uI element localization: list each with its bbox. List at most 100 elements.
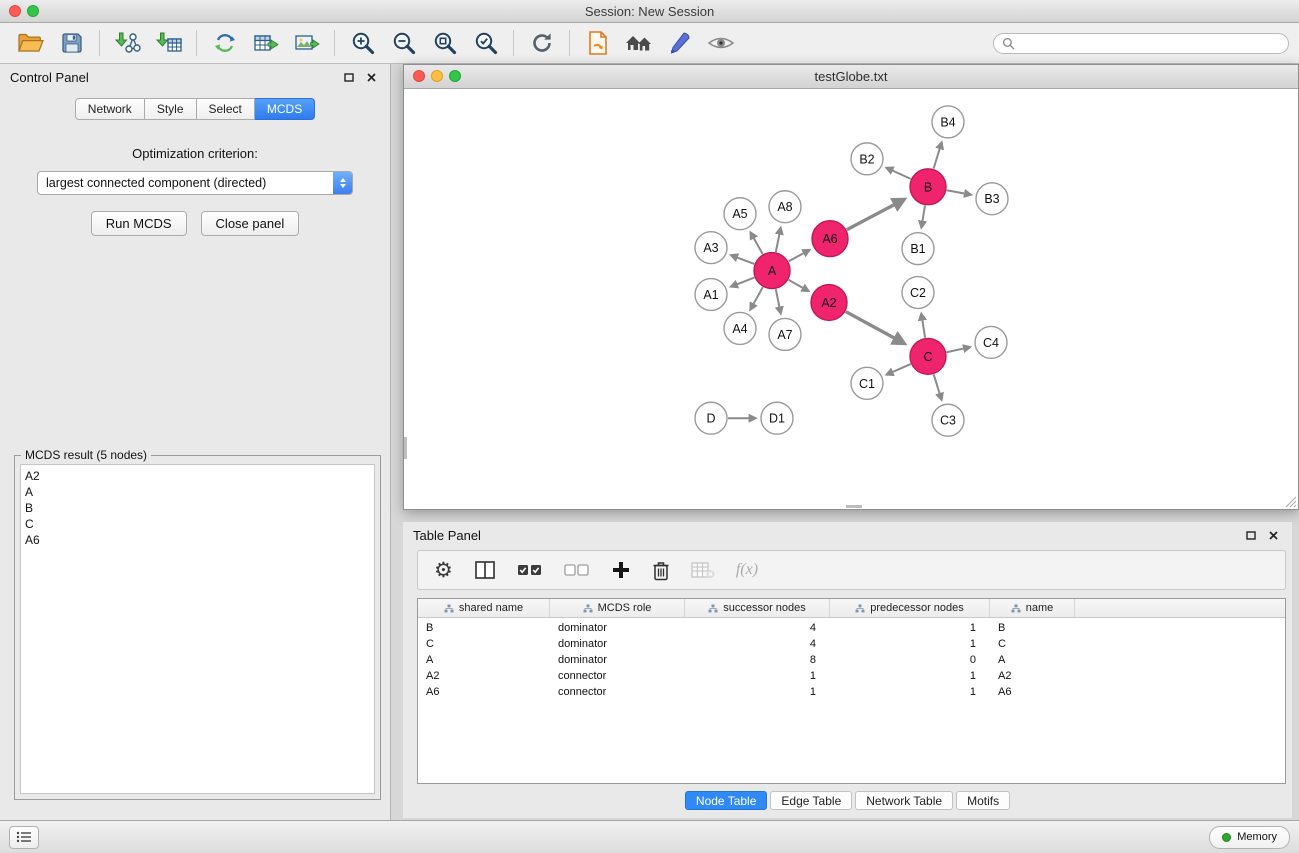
table-cell[interactable]: A6: [990, 686, 1075, 698]
result-item[interactable]: B: [21, 500, 374, 516]
table-row[interactable]: Adominator80A: [418, 652, 1285, 668]
graph-node[interactable]: A8: [769, 191, 801, 223]
graph-edge[interactable]: [934, 374, 942, 399]
tab-network-table[interactable]: Network Table: [855, 791, 953, 810]
graph-node[interactable]: A7: [769, 318, 801, 350]
table-cell[interactable]: 1: [830, 622, 990, 634]
network-graph[interactable]: B4B2BB3A5A8A6B1A3AC2A1A2A4A7CC4C1C3DD1: [404, 89, 1298, 509]
graph-node[interactable]: C4: [975, 326, 1007, 358]
graph-edge[interactable]: [847, 200, 904, 230]
table-cell[interactable]: 1: [685, 670, 830, 682]
memory-button[interactable]: Memory: [1209, 826, 1290, 849]
tab-select[interactable]: Select: [197, 98, 255, 120]
table-cell[interactable]: A: [990, 654, 1075, 666]
minimize-network-window-button[interactable]: [431, 70, 443, 82]
close-network-window-button[interactable]: [413, 70, 425, 82]
table-cell[interactable]: 1: [830, 686, 990, 698]
open-session-button[interactable]: [10, 26, 51, 60]
function-builder-button[interactable]: f(x): [736, 561, 758, 579]
graph-node[interactable]: A5: [724, 198, 756, 230]
refresh-view-button[interactable]: [521, 26, 562, 60]
table-cell[interactable]: B: [990, 622, 1075, 634]
deselect-all-rows-button[interactable]: [564, 563, 590, 577]
graph-node[interactable]: C: [910, 338, 946, 374]
table-row[interactable]: A2connector11A2: [418, 668, 1285, 684]
float-panel-button[interactable]: [340, 69, 357, 85]
table-cell[interactable]: 4: [685, 622, 830, 634]
graph-edge[interactable]: [887, 364, 911, 374]
graph-edge[interactable]: [751, 233, 763, 254]
tab-style[interactable]: Style: [145, 98, 197, 120]
zoom-fit-button[interactable]: [424, 26, 465, 60]
table-cell[interactable]: C: [418, 638, 550, 650]
export-table-button[interactable]: [245, 26, 286, 60]
tab-node-table[interactable]: Node Table: [685, 791, 768, 810]
table-cell[interactable]: A2: [990, 670, 1075, 682]
graph-node[interactable]: A: [754, 253, 790, 289]
graph-edge[interactable]: [732, 255, 755, 263]
float-table-panel-button[interactable]: [1242, 527, 1259, 543]
delete-table-button[interactable]: [691, 561, 715, 579]
dropdown-stepper[interactable]: [333, 172, 352, 194]
graph-node[interactable]: A2: [811, 285, 847, 321]
column-header[interactable]: successor nodes: [685, 599, 830, 617]
table-cell[interactable]: 1: [685, 686, 830, 698]
select-all-rows-button[interactable]: [517, 563, 543, 577]
show-columns-button[interactable]: [474, 560, 496, 580]
graph-node[interactable]: A4: [724, 312, 756, 344]
table-cell[interactable]: 8: [685, 654, 830, 666]
table-settings-button[interactable]: ⚙: [434, 560, 453, 581]
graph-edge[interactable]: [947, 347, 970, 352]
tab-motifs[interactable]: Motifs: [956, 791, 1010, 810]
graph-node[interactable]: B: [910, 169, 946, 205]
mcds-result-list[interactable]: A2ABCA6: [20, 464, 375, 794]
tab-mcds[interactable]: MCDS: [255, 98, 315, 120]
horizontal-scrollbar-thumb[interactable]: [846, 505, 862, 508]
run-mcds-button[interactable]: Run MCDS: [91, 211, 187, 236]
column-header[interactable]: MCDS role: [550, 599, 685, 617]
graph-node[interactable]: B3: [976, 183, 1008, 215]
graph-node[interactable]: D: [695, 402, 727, 434]
tab-network[interactable]: Network: [75, 98, 145, 120]
zoom-out-button[interactable]: [383, 26, 424, 60]
export-network-button[interactable]: [204, 26, 245, 60]
delete-column-button[interactable]: [652, 560, 670, 581]
table-cell[interactable]: A: [418, 654, 550, 666]
zoom-window-button[interactable]: [27, 5, 39, 17]
import-table-button[interactable]: [148, 26, 189, 60]
table-cell[interactable]: 4: [685, 638, 830, 650]
result-item[interactable]: A6: [21, 532, 374, 548]
home-view-button[interactable]: [618, 26, 659, 60]
tab-edge-table[interactable]: Edge Table: [770, 791, 852, 810]
graph-edge[interactable]: [846, 312, 904, 343]
table-row[interactable]: Bdominator41B: [418, 620, 1285, 636]
table-row[interactable]: Cdominator41C: [418, 636, 1285, 652]
graph-node[interactable]: A1: [695, 279, 727, 311]
column-header[interactable]: shared name: [418, 599, 550, 617]
vertical-scrollbar-thumb[interactable]: [404, 437, 407, 459]
table-cell[interactable]: 1: [830, 670, 990, 682]
zoom-in-button[interactable]: [342, 26, 383, 60]
save-session-button[interactable]: [51, 26, 92, 60]
search-field[interactable]: [993, 33, 1289, 54]
criterion-dropdown[interactable]: largest connected component (directed): [37, 171, 353, 195]
graph-node[interactable]: B4: [932, 106, 964, 138]
table-cell[interactable]: 0: [830, 654, 990, 666]
close-panel-button[interactable]: [363, 69, 380, 85]
graph-node[interactable]: B1: [902, 233, 934, 265]
result-item[interactable]: A2: [21, 468, 374, 484]
export-document-button[interactable]: [577, 26, 618, 60]
annotation-brush-button[interactable]: [659, 26, 700, 60]
task-history-button[interactable]: [9, 826, 39, 849]
graph-edge[interactable]: [776, 289, 781, 313]
graph-edge[interactable]: [947, 190, 971, 194]
table-row[interactable]: A6connector11A6: [418, 684, 1285, 700]
table-cell[interactable]: A2: [418, 670, 550, 682]
table-cell[interactable]: B: [418, 622, 550, 634]
table-cell[interactable]: A6: [418, 686, 550, 698]
export-image-button[interactable]: [286, 26, 327, 60]
graph-edge[interactable]: [934, 143, 942, 169]
column-header[interactable]: name: [990, 599, 1075, 617]
graph-node[interactable]: D1: [761, 402, 793, 434]
graph-node[interactable]: C2: [902, 277, 934, 309]
